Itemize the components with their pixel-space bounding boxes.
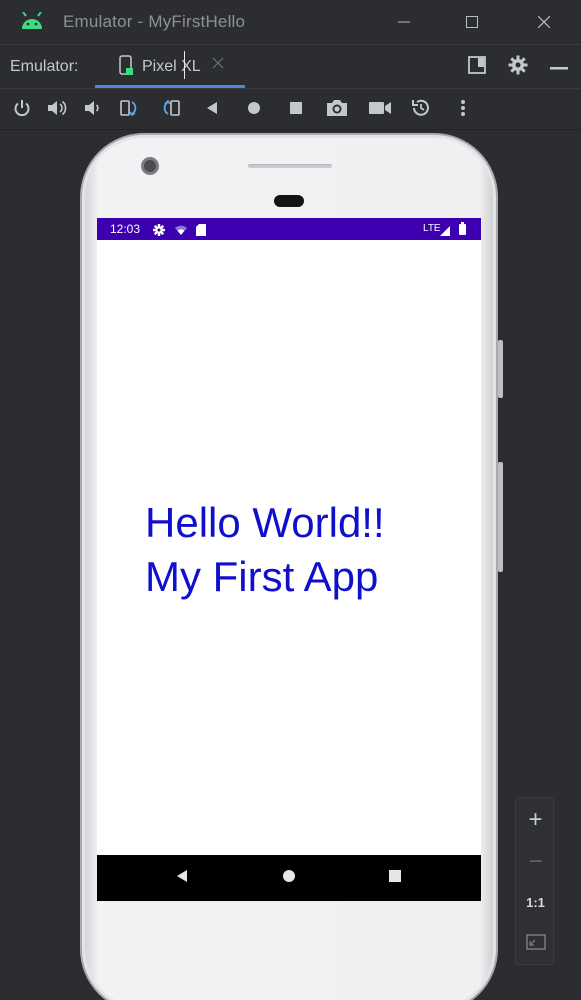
power-icon <box>13 99 31 122</box>
emulator-label: Emulator: <box>10 58 79 75</box>
power-key <box>498 340 503 398</box>
volume-up-icon <box>46 99 68 122</box>
window-title: Emulator - MyFirstHello <box>63 12 246 31</box>
nav-home-icon <box>282 869 296 888</box>
nav-home-button[interactable] <box>280 869 298 887</box>
status-bar: 12:03 LTE <box>97 218 481 240</box>
tab-pixel-xl[interactable]: Pixel XL <box>95 45 245 88</box>
maximize-window-button[interactable] <box>450 0 494 44</box>
screenshot-icon <box>325 98 349 123</box>
front-camera <box>141 157 159 175</box>
close-tab-icon[interactable] <box>212 56 224 74</box>
record-button[interactable] <box>366 96 394 124</box>
more-icon <box>460 99 466 122</box>
nav-back-button[interactable] <box>173 869 191 887</box>
volume-key <box>498 462 503 572</box>
gear-icon <box>508 55 528 80</box>
device-icon <box>117 55 135 82</box>
volume-down-button[interactable] <box>78 96 106 124</box>
sdcard-status-icon <box>196 223 206 241</box>
overview-button[interactable] <box>282 96 310 124</box>
signal-icon <box>440 223 450 241</box>
close-icon <box>538 16 550 28</box>
nav-recents-icon <box>388 869 402 888</box>
rotate-left-icon <box>118 98 140 123</box>
rotate-right-icon <box>160 98 182 123</box>
text-cursor <box>184 51 185 79</box>
earpiece <box>274 195 304 207</box>
actual-size-button[interactable]: 1:1 <box>516 882 555 922</box>
hello-world-text: Hello World!! <box>145 499 385 546</box>
home-button[interactable] <box>240 96 268 124</box>
first-app-text: My First App <box>145 553 379 600</box>
fit-screen-icon <box>525 933 546 955</box>
speaker-grille <box>248 164 332 168</box>
record-icon <box>368 100 392 121</box>
overview-icon <box>289 101 303 120</box>
layout-button[interactable] <box>463 53 491 81</box>
wifi-status-icon <box>174 223 188 241</box>
status-time: 12:03 <box>110 222 141 236</box>
network-type: LTE <box>423 223 441 234</box>
nav-back-icon <box>175 869 189 888</box>
power-button[interactable] <box>8 96 36 124</box>
volume-down-icon <box>83 99 101 122</box>
nav-recents-button[interactable] <box>386 869 404 887</box>
rotate-right-button[interactable] <box>157 96 185 124</box>
title-bar: Emulator - MyFirstHello <box>0 0 581 44</box>
navigation-bar <box>97 855 481 901</box>
fit-screen-button[interactable] <box>516 924 555 964</box>
snapshot-button[interactable] <box>407 96 435 124</box>
home-icon <box>247 101 261 120</box>
android-icon <box>19 11 45 32</box>
screenshot-button[interactable] <box>323 96 351 124</box>
zoom-in-button[interactable]: + <box>516 800 555 840</box>
zoom-out-button[interactable]: − <box>516 842 555 882</box>
device-screen[interactable]: 12:03 LTE Hello World!! My First App <box>97 218 481 901</box>
back-button[interactable] <box>198 96 226 124</box>
zoom-controls: + − 1:1 <box>515 797 554 965</box>
minimize-panel-icon <box>550 58 568 76</box>
tab-bar: Emulator: Pixel XL <box>0 44 581 88</box>
emulator-toolbar <box>0 88 581 130</box>
volume-up-button[interactable] <box>43 96 71 124</box>
settings-button[interactable] <box>504 53 532 81</box>
tab-label: Pixel XL <box>142 58 201 75</box>
app-content: Hello World!! My First App <box>145 496 385 604</box>
back-icon <box>205 101 219 120</box>
hide-panel-button[interactable] <box>545 53 573 81</box>
more-button[interactable] <box>449 96 477 124</box>
maximize-icon <box>466 16 478 28</box>
minimize-window-button[interactable] <box>382 0 426 44</box>
snapshot-icon <box>410 97 432 124</box>
layout-icon <box>468 55 486 79</box>
minimize-icon <box>398 16 410 28</box>
battery-icon <box>459 222 466 240</box>
settings-status-icon <box>153 223 165 241</box>
close-window-button[interactable] <box>522 0 566 44</box>
rotate-left-button[interactable] <box>115 96 143 124</box>
